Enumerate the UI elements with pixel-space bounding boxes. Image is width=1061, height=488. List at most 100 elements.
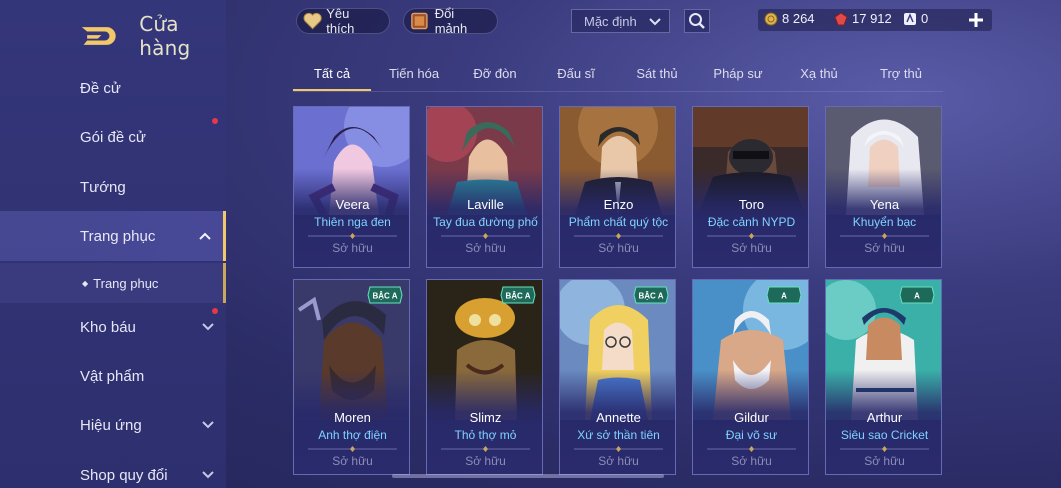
svg-text:A: A	[914, 292, 920, 301]
tab-fighter[interactable]: Đấu sĩ	[539, 66, 613, 81]
owned-status: Sở hữu	[332, 241, 373, 255]
svg-text:BẬC A: BẬC A	[505, 292, 530, 301]
skin-name: Anh thợ điện	[318, 428, 387, 442]
ruby-icon	[834, 11, 848, 25]
skin-card-annette[interactable]: BẬC A Annette Xứ sở thần tiên Sở hữu	[559, 279, 676, 475]
tab-support[interactable]: Trợ thủ	[862, 66, 940, 81]
voucher-currency: 0	[903, 11, 928, 26]
bullet-icon: ◆	[82, 278, 89, 288]
tab-all[interactable]: Tất cả	[293, 66, 371, 81]
sort-select-value: Mặc định	[584, 13, 637, 29]
favorites-button[interactable]: Yêu thích	[296, 6, 390, 36]
page-title: Cửa hàng	[139, 12, 191, 60]
notification-dot	[212, 118, 218, 124]
skin-card-moren[interactable]: BẬC A Moren Anh thợ điện Sở hữu	[293, 279, 410, 475]
divider-ornament	[840, 233, 929, 239]
divider-ornament	[707, 233, 796, 239]
divider-ornament	[308, 233, 397, 239]
tier-a-badge: BẬC A	[500, 286, 536, 304]
sidebar: Cửa hàng Đề cử Gói đề cử Tướng Trang phụ…	[0, 0, 226, 488]
voucher-amount: 0	[921, 11, 929, 26]
svg-text:BẬC A: BẬC A	[638, 292, 663, 301]
svg-text:BẬC A: BẬC A	[372, 292, 397, 301]
sidebar-item-treasure[interactable]: Kho báu	[0, 302, 226, 352]
skin-card-laville[interactable]: Laville Tay đua đường phố Sở hữu	[426, 106, 543, 268]
notification-dot	[212, 308, 218, 314]
back-icon[interactable]	[80, 24, 119, 48]
sidebar-item-exchange-shop[interactable]: Shop quy đổi	[0, 450, 226, 488]
skin-card-yena[interactable]: Yena Khuyển bạc Sở hữu	[825, 106, 942, 268]
hero-name: Slimz	[469, 410, 502, 425]
exchange-fragments-button[interactable]: Đổi mảnh	[403, 6, 498, 36]
exchange-fragments-label: Đổi mảnh	[434, 6, 468, 36]
search-button[interactable]	[684, 9, 710, 33]
favorites-label: Yêu thích	[326, 6, 355, 36]
sidebar-item-effects[interactable]: Hiệu ứng	[0, 400, 226, 450]
voucher-icon	[904, 12, 916, 25]
skin-name: Khuyển bạc	[852, 215, 917, 229]
sidebar-item-recommended-packs[interactable]: Gói đề cử	[0, 112, 226, 162]
horizontal-scrollbar[interactable]	[392, 474, 664, 478]
divider-ornament	[441, 233, 530, 239]
hero-name: Veera	[335, 197, 370, 212]
divider-ornament	[574, 233, 663, 239]
sidebar-item-skins[interactable]: Trang phục	[0, 211, 226, 261]
tab-evolution[interactable]: Tiến hóa	[377, 66, 451, 81]
add-currency-icon[interactable]	[966, 10, 986, 30]
tier-a-badge: A	[766, 286, 802, 304]
chevron-down-icon	[202, 323, 214, 331]
gold-amount: 8 264	[782, 11, 815, 26]
owned-status: Sở hữu	[598, 241, 639, 255]
owned-status: Sở hữu	[332, 454, 373, 468]
tier-a-badge: A	[899, 286, 935, 304]
owned-status: Sở hữu	[864, 454, 905, 468]
sidebar-item-recommended[interactable]: Đề cử	[0, 63, 226, 113]
skin-name: Tay đua đường phố	[433, 215, 538, 229]
sidebar-item-label: Trang phục	[93, 275, 159, 291]
skin-name: Phẩm chất quý tộc	[568, 215, 669, 229]
sort-select[interactable]: Mặc định	[571, 9, 670, 33]
sidebar-item-heroes[interactable]: Tướng	[0, 162, 226, 212]
ruby-amount: 17 912	[852, 11, 892, 26]
owned-status: Sở hữu	[731, 454, 772, 468]
active-tab-indicator	[293, 89, 371, 91]
svg-text:A: A	[781, 292, 787, 301]
sidebar-subitem-skins[interactable]: ◆ Trang phục	[0, 263, 226, 303]
sidebar-item-label: Tướng	[80, 178, 126, 196]
skin-card-gildur[interactable]: A Gildur Đại võ sư Sở hữu	[692, 279, 809, 475]
chevron-up-icon	[199, 232, 211, 240]
divider-ornament	[441, 446, 530, 452]
divider-ornament	[707, 446, 796, 452]
skin-card-arthur[interactable]: A Arthur Siêu sao Cricket Sở hữu	[825, 279, 942, 475]
owned-status: Sở hữu	[864, 241, 905, 255]
sidebar-item-items[interactable]: Vật phẩm	[0, 351, 226, 401]
skin-name: Thiên nga đen	[314, 215, 391, 229]
chevron-down-icon	[649, 18, 661, 26]
tier-a-badge: BẬC A	[633, 286, 669, 304]
skin-name: Đặc cảnh NYPD	[707, 215, 796, 229]
divider-ornament	[308, 446, 397, 452]
skin-name: Xứ sở thần tiên	[577, 428, 660, 442]
heart-icon	[303, 12, 322, 30]
owned-status: Sở hữu	[731, 241, 772, 255]
hero-name: Moren	[334, 410, 371, 425]
owned-status: Sở hữu	[598, 454, 639, 468]
skin-card-toro[interactable]: Toro Đặc cảnh NYPD Sở hữu	[692, 106, 809, 268]
sidebar-item-label: Đề cử	[80, 79, 121, 97]
tab-mage[interactable]: Pháp sư	[700, 66, 776, 81]
tab-marksman[interactable]: Xạ thủ	[782, 66, 856, 81]
gold-coin-icon	[764, 12, 778, 25]
skin-card-slimz[interactable]: BẬC A Slimz Thỏ thợ mỏ Sở hữu	[426, 279, 543, 475]
owned-status: Sở hữu	[465, 454, 506, 468]
skin-card-enzo[interactable]: Enzo Phẩm chất quý tộc Sở hữu	[559, 106, 676, 268]
tab-tank[interactable]: Đỡ đòn	[457, 66, 533, 81]
hero-name: Laville	[467, 197, 504, 212]
sidebar-item-label: Kho báu	[80, 318, 136, 336]
sidebar-item-label: Shop quy đổi	[80, 466, 168, 484]
sidebar-item-label: Trang phục	[80, 227, 156, 245]
sidebar-item-label: Gói đề cử	[80, 128, 146, 146]
tab-assassin[interactable]: Sát thủ	[620, 66, 694, 81]
divider-ornament	[574, 446, 663, 452]
sidebar-item-label: Hiệu ứng	[80, 416, 142, 434]
skin-card-veera[interactable]: Veera Thiên nga đen Sở hữu	[293, 106, 410, 268]
